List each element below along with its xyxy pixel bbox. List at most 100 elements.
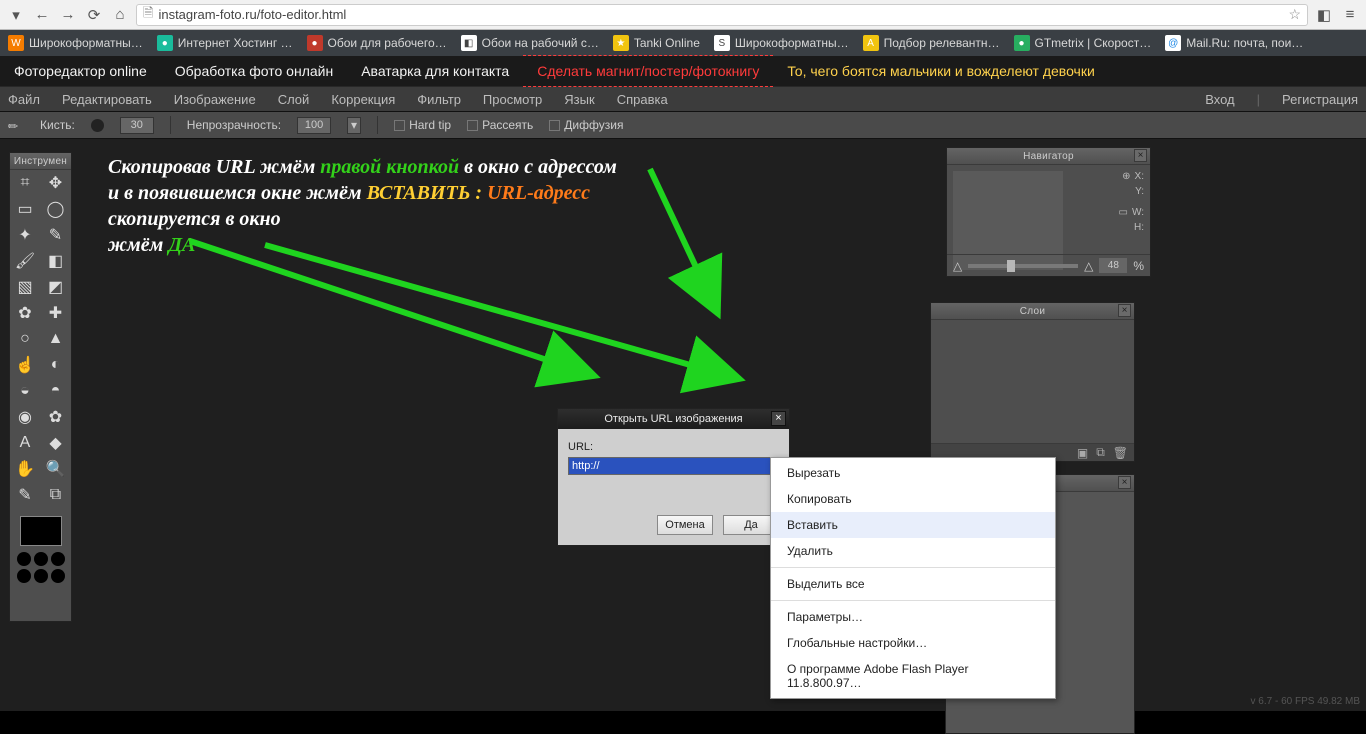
bookmark-item[interactable]: ● Интернет Хостинг … <box>157 35 293 51</box>
duplicate-layer-icon[interactable]: ⧉ <box>1096 445 1105 460</box>
diffuse-checkbox[interactable]: Диффузия <box>549 118 623 132</box>
bookmark-item[interactable]: ●GTmetrix | Скорост… <box>1014 35 1152 51</box>
menu-image[interactable]: Изображение <box>174 92 256 107</box>
forward-icon[interactable]: → <box>58 5 78 25</box>
tool-zoom[interactable]: 🔍 <box>41 456 71 482</box>
nav-process[interactable]: Обработка фото онлайн <box>161 56 347 86</box>
new-layer-icon[interactable]: ▣ <box>1077 446 1088 460</box>
opacity-input[interactable] <box>297 117 331 134</box>
ctx-delete[interactable]: Удалить <box>771 538 1055 564</box>
zoom-in-icon[interactable]: △ <box>1084 259 1093 273</box>
nav-editor[interactable]: Фоторедактор online <box>0 56 161 86</box>
tool-lasso[interactable]: ◯ <box>41 196 71 222</box>
tool-blur[interactable]: ○ <box>10 326 40 352</box>
url-bar[interactable]: 🗎 instagram-foto.ru/foto-editor.html ☆ <box>136 4 1308 26</box>
color-palette[interactable] <box>10 552 71 583</box>
nav-curious[interactable]: То, чего боятся мальчики и вожделеют дев… <box>773 56 1108 86</box>
bookmark-item[interactable]: ◧Обои на рабочий с… <box>461 35 599 51</box>
close-icon[interactable]: × <box>771 411 786 426</box>
ctx-params[interactable]: Параметры… <box>771 604 1055 630</box>
bookmarks-bar: WШирокоформатны… ● Интернет Хостинг … ●Обои… <box>0 30 1366 56</box>
nav-avatar[interactable]: Аватарка для контакта <box>347 56 523 86</box>
menu-lang[interactable]: Язык <box>564 92 594 107</box>
nav-wh-icon[interactable]: ▭ <box>1119 207 1128 218</box>
back-icon[interactable]: ← <box>32 5 52 25</box>
tool-heal[interactable]: ✚ <box>41 300 71 326</box>
extension-icon[interactable]: ◧ <box>1314 5 1334 25</box>
menu-view[interactable]: Просмотр <box>483 92 542 107</box>
bookmark-item[interactable]: ★Tanki Online <box>613 35 700 51</box>
menu-login[interactable]: Вход <box>1205 92 1234 107</box>
opacity-dropdown-icon[interactable]: ▾ <box>347 117 361 134</box>
close-icon[interactable]: × <box>1134 149 1147 162</box>
menu-file[interactable]: Файл <box>8 92 40 107</box>
close-icon[interactable]: × <box>1118 476 1131 489</box>
reload-icon[interactable]: ⟳ <box>84 5 104 25</box>
tool-crop[interactable]: ⌗ <box>10 170 40 196</box>
tool-fill[interactable]: ▧ <box>10 274 40 300</box>
scatter-checkbox[interactable]: Рассеять <box>467 118 533 132</box>
menu-correction[interactable]: Коррекция <box>331 92 395 107</box>
ctx-select-all[interactable]: Выделить все <box>771 571 1055 597</box>
tool-redeye[interactable]: ◉ <box>10 404 40 430</box>
favicon: S <box>714 35 730 51</box>
open-url-dialog: Открыть URL изображения × URL: Отмена Да <box>557 408 790 546</box>
menu-register[interactable]: Регистрация <box>1282 92 1358 107</box>
url-input[interactable] <box>568 457 779 475</box>
brush-label: Кисть: <box>40 118 75 132</box>
tool-picker[interactable]: ✎ <box>10 482 40 508</box>
menu-filter[interactable]: Фильтр <box>417 92 461 107</box>
tab-dropdown[interactable]: ▾ <box>6 5 26 25</box>
hardtip-checkbox[interactable]: Hard tip <box>394 118 451 132</box>
bookmark-label: Интернет Хостинг … <box>178 36 293 50</box>
close-icon[interactable]: × <box>1118 304 1131 317</box>
bookmark-item[interactable]: SШирокоформатны… <box>714 35 849 51</box>
delete-layer-icon[interactable]: 🗑 <box>1113 446 1128 460</box>
tool-smudge[interactable]: ☝ <box>10 352 40 378</box>
tool-marquee[interactable]: ▭ <box>10 196 40 222</box>
tool-stamp[interactable]: ⧉ <box>41 482 71 508</box>
cancel-button[interactable]: Отмена <box>657 515 713 535</box>
zoom-out-icon[interactable]: △ <box>953 259 962 273</box>
ctx-about[interactable]: О программе Adobe Flash Player 11.8.800.… <box>771 656 1055 696</box>
dialog-titlebar[interactable]: Открыть URL изображения × <box>558 409 789 429</box>
menu-icon[interactable]: ≡ <box>1340 5 1360 25</box>
bookmark-item[interactable]: AПодбор релевантн… <box>863 35 1000 51</box>
tool-wand[interactable]: ✦ <box>10 222 40 248</box>
brush-preview[interactable] <box>91 119 104 132</box>
bookmark-star-icon[interactable]: ☆ <box>1288 6 1301 23</box>
tool-clone[interactable]: ✿ <box>10 300 40 326</box>
dialog-title: Открыть URL изображения <box>604 413 742 425</box>
brush-size-input[interactable] <box>120 117 154 134</box>
ctx-copy[interactable]: Копировать <box>771 486 1055 512</box>
bookmark-item[interactable]: WШирокоформатны… <box>8 35 143 51</box>
tool-shape[interactable]: ◆ <box>41 430 71 456</box>
menu-edit[interactable]: Редактировать <box>62 92 152 107</box>
tool-hand[interactable]: ✋ <box>10 456 40 482</box>
tool-sponge[interactable]: ◐ <box>41 352 71 378</box>
tool-pinch[interactable]: ✿ <box>41 404 71 430</box>
tool-burn[interactable]: ◓ <box>41 378 71 404</box>
nav-anchor-icon[interactable]: ⊕ <box>1122 171 1130 182</box>
home-icon[interactable]: ⌂ <box>110 5 130 25</box>
tool-dodge[interactable]: ◒ <box>10 378 40 404</box>
foreground-color[interactable] <box>20 516 62 546</box>
nav-magnet[interactable]: Сделать магнит/постер/фотокнигу <box>523 55 773 87</box>
tool-move[interactable]: ✥ <box>41 170 71 196</box>
ctx-cut[interactable]: Вырезать <box>771 460 1055 486</box>
tool-type[interactable]: A <box>10 430 40 456</box>
ctx-paste[interactable]: Вставить <box>771 512 1055 538</box>
tool-brush[interactable]: 🖌 <box>10 248 40 274</box>
bookmark-item[interactable]: @Mail.Ru: почта, пои… <box>1165 35 1303 51</box>
tool-eraser[interactable]: ◧ <box>41 248 71 274</box>
tool-gradient[interactable]: ◩ <box>41 274 71 300</box>
favicon: ● <box>157 35 173 51</box>
menu-layer[interactable]: Слой <box>278 92 310 107</box>
menu-help[interactable]: Справка <box>617 92 668 107</box>
bookmark-item[interactable]: ●Обои для рабочего… <box>307 35 447 51</box>
ctx-globals[interactable]: Глобальные настройки… <box>771 630 1055 656</box>
zoom-value[interactable]: 48 <box>1099 258 1127 273</box>
zoom-slider[interactable] <box>968 264 1078 268</box>
tool-sharpen[interactable]: ▲ <box>41 326 71 352</box>
tool-pencil[interactable]: ✎ <box>41 222 71 248</box>
